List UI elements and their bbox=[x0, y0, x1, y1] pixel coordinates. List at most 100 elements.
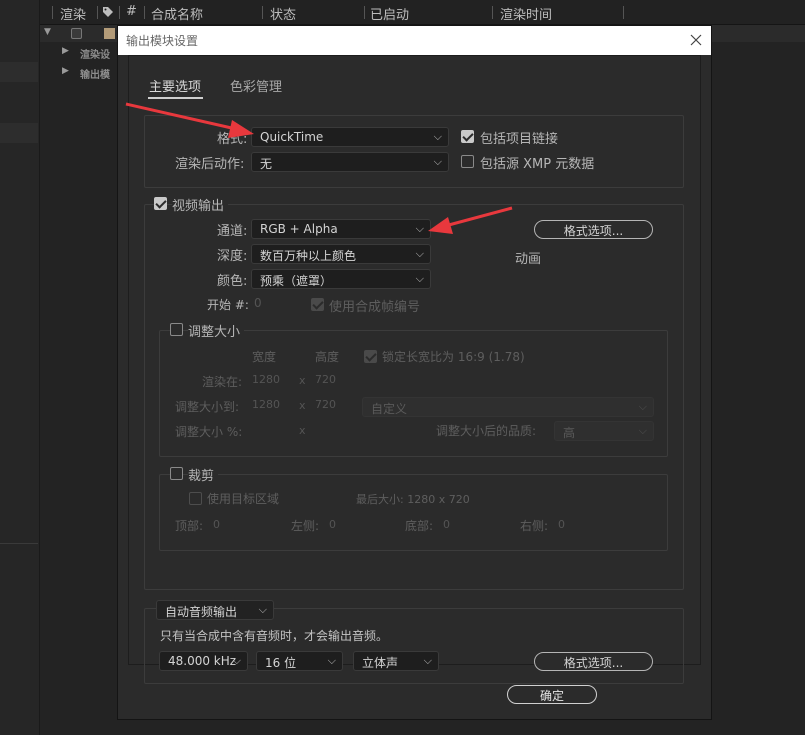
video-output-title: 视频输出 bbox=[172, 195, 229, 214]
resize-checkbox[interactable] bbox=[170, 323, 183, 336]
audio-format-options-button[interactable]: 格式选项... bbox=[534, 652, 653, 671]
chevron-down-icon: ⌵ bbox=[415, 222, 424, 235]
format-select[interactable]: QuickTime ⌵ bbox=[251, 127, 449, 147]
column-number[interactable]: # bbox=[126, 4, 137, 19]
post-render-action-select[interactable]: 无 ⌵ bbox=[251, 152, 449, 172]
crop-group bbox=[159, 474, 668, 551]
final-size-text: 最后大小: 1280 x 720 bbox=[356, 493, 470, 506]
start-number-value[interactable]: 0 bbox=[254, 296, 262, 310]
crop-left-label: 左侧: bbox=[291, 519, 320, 533]
crop-top-value[interactable]: 0 bbox=[213, 518, 220, 531]
format-value: QuickTime bbox=[260, 130, 324, 144]
depth-value: 数百万种以上颜色 bbox=[260, 249, 357, 263]
tab-main-options[interactable]: 主要选项 bbox=[149, 76, 201, 95]
column-separator bbox=[52, 6, 53, 19]
output-module-settings-dialog: 输出模块设置 主要选项 色彩管理 格式: QuickTime ⌵ 包括项目链接 … bbox=[117, 25, 712, 720]
background-panel-left bbox=[0, 0, 40, 735]
background-row bbox=[0, 123, 38, 143]
close-button[interactable] bbox=[686, 29, 706, 51]
dialog-content: 主要选项 色彩管理 格式: QuickTime ⌵ 包括项目链接 渲染后动作: … bbox=[128, 55, 701, 684]
chevron-down-icon: ⌵ bbox=[433, 130, 442, 143]
audio-channels-value: 立体声 bbox=[362, 656, 399, 670]
audio-note: 只有当合成中含有音频时，才会输出音频。 bbox=[160, 629, 389, 643]
chevron-down-icon: ⌵ bbox=[327, 654, 336, 667]
column-separator bbox=[364, 6, 365, 19]
use-comp-frame-number-checkbox[interactable] bbox=[311, 298, 324, 311]
resize-quality-label: 调整大小后的品质: bbox=[436, 424, 537, 438]
audio-output-mode-select[interactable]: 自动音频输出 ⌵ bbox=[156, 600, 274, 620]
crop-right-value[interactable]: 0 bbox=[558, 518, 565, 531]
crop-left-value[interactable]: 0 bbox=[329, 518, 336, 531]
color-select[interactable]: 预乘（遮罩） ⌵ bbox=[251, 269, 431, 289]
column-separator bbox=[119, 6, 120, 19]
lock-aspect-ratio-checkbox[interactable] bbox=[364, 350, 377, 363]
use-region-of-interest-checkbox[interactable] bbox=[189, 492, 202, 505]
audio-output-mode-value: 自动音频输出 bbox=[165, 605, 238, 619]
post-render-action-value: 无 bbox=[260, 157, 273, 171]
render-settings-sub-item[interactable]: 渲染设 bbox=[80, 46, 110, 61]
include-xmp-label: 包括源 XMP 元数据 bbox=[480, 157, 595, 172]
chevron-down-icon: ⌵ bbox=[423, 654, 432, 667]
codec-name-text: 动画 bbox=[515, 252, 542, 267]
background-row bbox=[0, 62, 38, 82]
crop-bottom-label: 底部: bbox=[405, 519, 434, 533]
depth-select[interactable]: 数百万种以上颜色 ⌵ bbox=[251, 244, 431, 264]
include-project-link-checkbox[interactable] bbox=[461, 130, 474, 143]
post-render-action-label: 渲染后动作: bbox=[175, 157, 245, 172]
channels-select[interactable]: RGB + Alpha ⌵ bbox=[251, 219, 431, 239]
expand-triangle-icon[interactable]: ▶ bbox=[62, 66, 69, 76]
audio-sample-rate-value: 48.000 kHz bbox=[168, 654, 237, 668]
resize-percent-label: 调整大小 %: bbox=[175, 425, 243, 439]
dialog-titlebar[interactable]: 输出模块设置 bbox=[118, 26, 711, 55]
chevron-down-icon: ⌵ bbox=[433, 155, 442, 168]
render-at-width: 1280 bbox=[252, 373, 280, 386]
crop-top-label: 顶部: bbox=[175, 519, 204, 533]
column-status[interactable]: 状态 bbox=[270, 4, 296, 23]
column-render-time[interactable]: 渲染时间 bbox=[500, 4, 552, 23]
width-header: 宽度 bbox=[252, 350, 277, 364]
column-separator bbox=[97, 6, 98, 19]
audio-sample-rate-select[interactable]: 48.000 kHz ⌵ bbox=[159, 651, 248, 671]
channels-value: RGB + Alpha bbox=[260, 222, 338, 236]
expand-triangle-icon[interactable]: ▼ bbox=[44, 27, 51, 37]
dialog-title: 输出模块设置 bbox=[126, 34, 199, 48]
resize-to-height[interactable]: 720 bbox=[315, 398, 336, 411]
label-color-swatch[interactable] bbox=[104, 28, 115, 39]
crop-title: 裁剪 bbox=[188, 465, 219, 484]
start-number-label: 开始 #: bbox=[207, 298, 249, 312]
video-output-checkbox[interactable] bbox=[154, 197, 167, 210]
chevron-down-icon: ⌵ bbox=[232, 654, 241, 667]
lock-aspect-ratio-label: 锁定长宽比为 16:9 (1.78) bbox=[382, 350, 525, 364]
resize-to-select[interactable]: 自定义 ⌵ bbox=[362, 397, 654, 417]
render-checkbox[interactable] bbox=[71, 28, 82, 39]
audio-bit-depth-value: 16 位 bbox=[265, 656, 297, 670]
tab-color-management[interactable]: 色彩管理 bbox=[230, 76, 282, 95]
crop-bottom-value[interactable]: 0 bbox=[443, 518, 450, 531]
column-comp-name[interactable]: 合成名称 bbox=[151, 4, 203, 23]
audio-bit-depth-select[interactable]: 16 位 ⌵ bbox=[256, 651, 343, 671]
column-separator bbox=[623, 6, 624, 19]
close-icon bbox=[689, 33, 703, 50]
dimension-separator: x bbox=[299, 424, 306, 437]
audio-channels-select[interactable]: 立体声 ⌵ bbox=[353, 651, 439, 671]
label-tag-icon[interactable] bbox=[102, 6, 114, 18]
output-module-sub-item[interactable]: 输出模 bbox=[80, 66, 110, 81]
dimension-separator: x bbox=[299, 374, 306, 387]
color-label: 颜色: bbox=[217, 274, 248, 289]
use-region-of-interest-label: 使用目标区域 bbox=[207, 492, 280, 506]
render-at-label: 渲染在: bbox=[202, 375, 243, 389]
video-format-options-button[interactable]: 格式选项... bbox=[534, 220, 653, 239]
resize-to-width[interactable]: 1280 bbox=[252, 398, 280, 411]
dimension-separator: x bbox=[299, 399, 306, 412]
format-label: 格式: bbox=[217, 132, 248, 147]
render-queue-header: 渲染 # 合成名称 状态 已启动 渲染时间 bbox=[40, 0, 805, 25]
include-xmp-checkbox[interactable] bbox=[461, 155, 474, 168]
ok-button[interactable]: 确定 bbox=[507, 685, 597, 704]
column-started[interactable]: 已启动 bbox=[370, 4, 409, 23]
use-comp-frame-number-label: 使用合成帧编号 bbox=[329, 300, 421, 315]
resize-quality-select[interactable]: 高 ⌵ bbox=[554, 421, 654, 441]
crop-checkbox[interactable] bbox=[170, 467, 183, 480]
render-at-height: 720 bbox=[315, 373, 336, 386]
column-render[interactable]: 渲染 bbox=[60, 4, 86, 23]
expand-triangle-icon[interactable]: ▶ bbox=[62, 46, 69, 56]
